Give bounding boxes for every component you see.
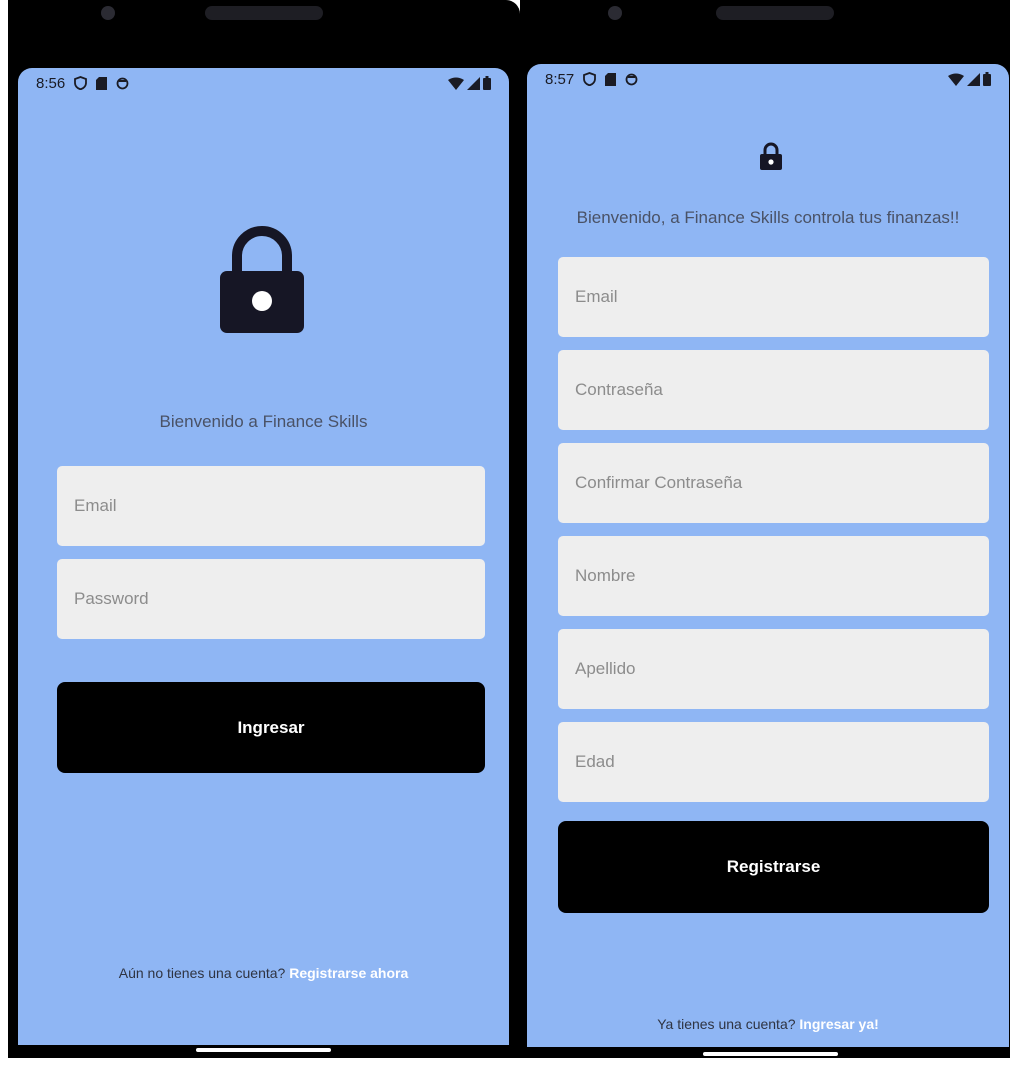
welcome-text: Bienvenido, a Finance Skills controla tu… (576, 208, 960, 227)
lock-icon (220, 226, 304, 333)
register-now-link[interactable]: Registrarse ahora (289, 965, 408, 981)
first-name-input[interactable] (573, 565, 989, 587)
sd-card-icon (605, 72, 617, 86)
earpiece-speaker (205, 6, 323, 20)
last-name-field[interactable] (558, 629, 989, 709)
status-bar: 8:56 (18, 68, 509, 98)
battery-icon (983, 72, 991, 86)
confirm-password-field[interactable] (558, 443, 989, 523)
shield-icon (74, 76, 88, 90)
register-prompt: Aún no tienes una cuenta? Registrarse ah… (18, 965, 509, 981)
email-field[interactable] (57, 466, 485, 546)
password-field[interactable] (558, 350, 989, 430)
password-input[interactable] (573, 379, 989, 401)
front-camera (608, 6, 622, 20)
wifi-icon (448, 77, 464, 90)
home-indicator[interactable] (703, 1052, 838, 1056)
login-screen: 8:56 Bienvenido a Finance Skills Email I… (18, 68, 509, 1045)
login-phone-frame: 8:56 Bienvenido a Finance Skills Email I… (8, 0, 520, 1058)
wifi-icon (948, 73, 964, 86)
welcome-text: Bienvenido a Finance Skills (159, 412, 368, 431)
first-name-field[interactable] (558, 536, 989, 616)
front-camera (101, 6, 115, 20)
login-now-link[interactable]: Ingresar ya! (799, 1016, 878, 1032)
status-time: 8:57 (545, 70, 575, 88)
battery-icon (483, 76, 491, 90)
register-prompt-text: Aún no tienes una cuenta? (118, 965, 286, 981)
sd-card-icon (96, 76, 108, 90)
login-button[interactable]: Ingresar (57, 682, 485, 773)
register-screen: 8:57 Bienvenido, a Finance Skills contro… (527, 64, 1009, 1047)
age-field[interactable] (558, 722, 989, 802)
age-input[interactable] (573, 751, 989, 773)
register-button[interactable]: Registrarse (558, 821, 989, 913)
login-prompt-text: Ya tienes una cuenta? (657, 1016, 796, 1032)
status-bar: 8:57 (527, 64, 1009, 94)
status-time: 8:56 (36, 74, 66, 92)
screenshot-stage: 8:56 Bienvenido a Finance Skills Email I… (0, 0, 1015, 1066)
home-indicator[interactable] (196, 1048, 331, 1052)
sync-icon (116, 77, 129, 90)
email-input[interactable] (573, 286, 989, 308)
confirm-password-input[interactable] (573, 472, 989, 494)
last-name-input[interactable] (573, 658, 989, 680)
signal-icon (967, 72, 980, 86)
password-input[interactable] (72, 588, 485, 610)
lock-icon (760, 142, 782, 170)
sync-icon (625, 73, 638, 86)
shield-icon (583, 72, 597, 86)
login-prompt: Ya tienes una cuenta? Ingresar ya! (527, 1016, 1009, 1032)
password-field[interactable] (57, 559, 485, 639)
register-phone-frame: 8:57 Bienvenido, a Finance Skills contro… (520, 0, 1010, 1058)
email-field[interactable] (558, 257, 989, 337)
signal-icon (467, 76, 480, 90)
earpiece-speaker (716, 6, 834, 20)
email-input[interactable] (72, 495, 485, 517)
